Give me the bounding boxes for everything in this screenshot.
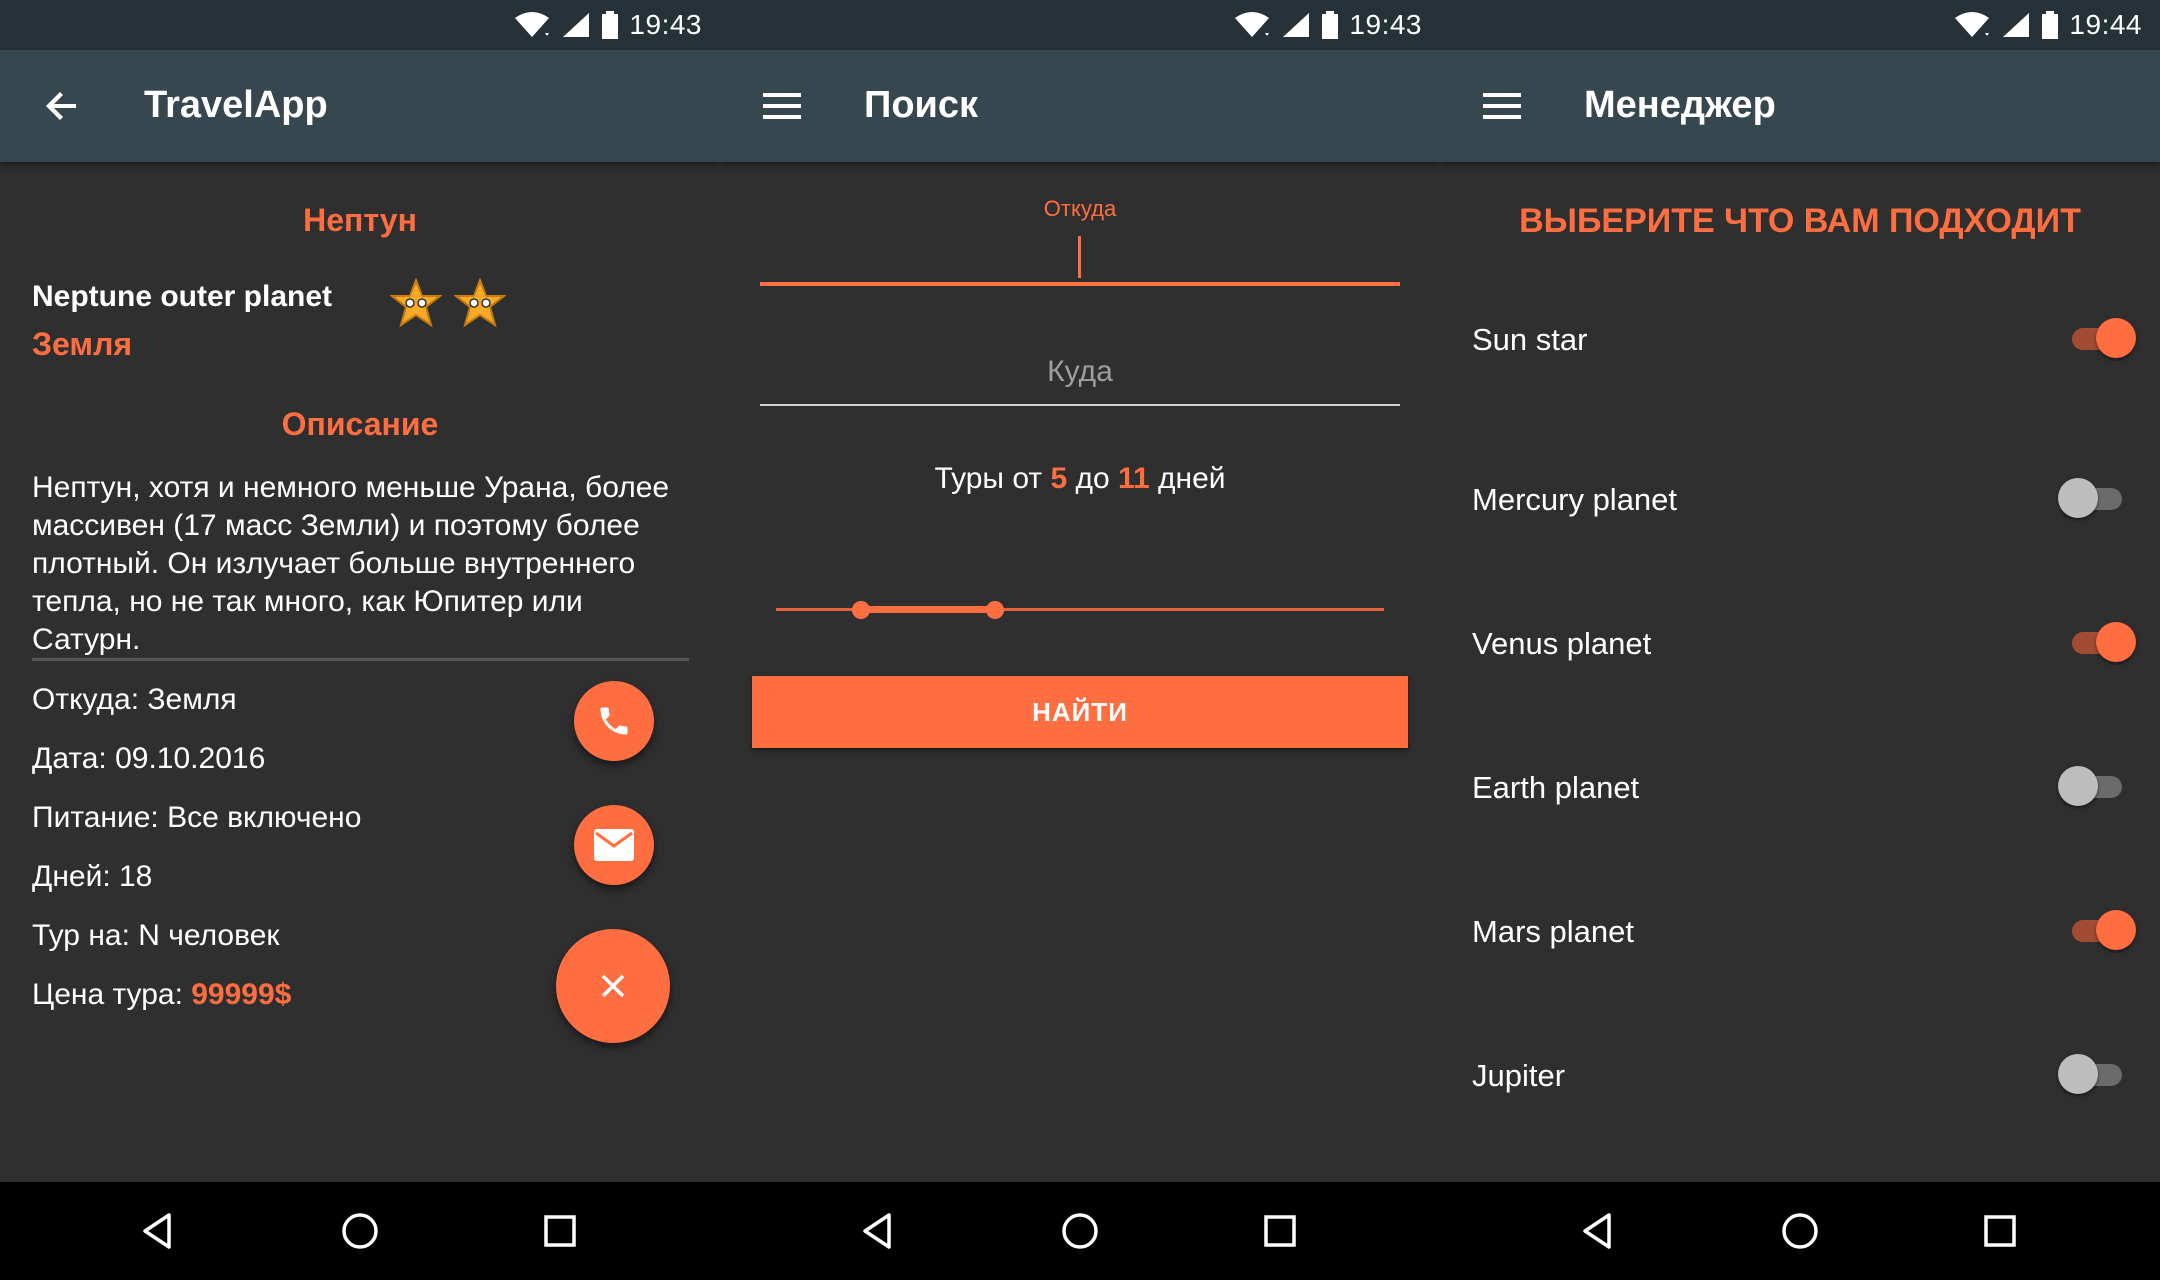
info-meals: Питание: Все включено — [32, 801, 362, 834]
option-toggle[interactable] — [2058, 1054, 2128, 1094]
recents-nav-icon[interactable] — [1975, 1206, 2025, 1256]
option-label: Earth planet — [1472, 770, 1640, 805]
option-label: Sun star — [1472, 322, 1588, 357]
range-suffix: дней — [1149, 462, 1226, 495]
screen-manager: 19:44 Менеджер ВЫБЕРИТЕ ЧТО ВАМ ПОДХОДИТ… — [1440, 0, 2160, 1280]
star-icon — [390, 278, 442, 328]
home-nav-icon[interactable] — [1775, 1206, 1825, 1256]
call-button[interactable] — [574, 681, 654, 761]
star-icon — [454, 278, 506, 328]
close-fab-button[interactable] — [556, 929, 670, 1043]
description-heading: Описание — [281, 406, 439, 442]
range-slider-max-thumb[interactable] — [985, 601, 1004, 619]
email-button[interactable] — [574, 805, 654, 885]
menu-icon[interactable] — [758, 82, 806, 130]
option-row: Jupiter — [1472, 1046, 2128, 1106]
screen-search: 19:43 Поиск Откуда Куда Туры от 5 до 11 … — [720, 0, 1440, 1280]
range-slider-min-thumb[interactable] — [852, 601, 871, 619]
info-from: Откуда: Земля — [32, 683, 237, 716]
app-bar: TravelApp — [0, 50, 720, 162]
close-icon — [601, 974, 625, 998]
battery-icon — [1322, 11, 1339, 39]
divider — [32, 658, 689, 661]
info-days: Дней: 18 — [32, 860, 153, 893]
screen-detail: 19:43 TravelApp Нептун Neptune outer pla… — [0, 0, 720, 1280]
wifi-icon — [1235, 12, 1270, 37]
range-prefix: Туры от — [934, 462, 1051, 495]
signal-icon — [2003, 13, 2030, 37]
range-min-value: 5 — [1050, 462, 1068, 495]
option-label: Jupiter — [1472, 1058, 1566, 1093]
to-field-underline — [760, 404, 1400, 406]
mail-icon — [594, 829, 634, 861]
signal-icon — [1283, 13, 1310, 37]
search-button[interactable]: НАЙТИ — [752, 676, 1408, 748]
status-bar: 19:43 — [720, 0, 1440, 50]
option-row: Mars planet — [1472, 902, 2136, 962]
status-time: 19:43 — [629, 9, 702, 40]
text-cursor — [1078, 236, 1081, 278]
home-nav-icon[interactable] — [1055, 1206, 1105, 1256]
wifi-icon — [1955, 12, 1990, 37]
recents-nav-icon[interactable] — [535, 1206, 585, 1256]
info-date: Дата: 09.10.2016 — [32, 742, 266, 775]
menu-icon[interactable] — [1478, 82, 1526, 130]
page-title: Поиск — [864, 84, 979, 126]
range-max-value: 11 — [1117, 462, 1150, 495]
info-price: Цена тура: 99999$ — [32, 978, 291, 1012]
price-value: 99999$ — [191, 978, 292, 1011]
option-toggle[interactable] — [2064, 910, 2136, 950]
back-nav-icon[interactable] — [134, 1206, 184, 1256]
option-label: Venus planet — [1472, 626, 1652, 661]
back-nav-icon[interactable] — [1574, 1206, 1624, 1256]
option-row: Sun star — [1472, 310, 2136, 370]
option-toggle[interactable] — [2064, 622, 2136, 662]
option-label: Mars planet — [1472, 914, 1634, 949]
back-nav-icon[interactable] — [854, 1206, 904, 1256]
days-range-text: Туры от 5 до 11 дней — [720, 462, 1440, 496]
wifi-icon — [515, 12, 550, 37]
info-people: Тур на: N человек — [32, 919, 280, 952]
rating — [390, 278, 506, 328]
range-slider-active — [861, 606, 995, 613]
option-toggle[interactable] — [2058, 478, 2128, 518]
option-toggle[interactable] — [2064, 318, 2136, 358]
to-field[interactable]: Куда — [760, 355, 1400, 389]
tour-name: Neptune outer planet — [32, 280, 333, 313]
recents-nav-icon[interactable] — [1255, 1206, 1305, 1256]
option-label: Mercury planet — [1472, 482, 1678, 517]
status-bar: 19:43 — [0, 0, 720, 50]
status-time: 19:43 — [1349, 9, 1422, 40]
option-toggle[interactable] — [2058, 766, 2128, 806]
phone-icon — [600, 707, 628, 735]
home-nav-icon[interactable] — [335, 1206, 385, 1256]
app-bar: Поиск — [720, 50, 1440, 162]
price-label: Цена тура: — [32, 978, 192, 1011]
status-bar: 19:44 — [1440, 0, 2160, 50]
system-nav-bar — [720, 1182, 1440, 1280]
signal-icon — [563, 13, 590, 37]
option-row: Venus planet — [1472, 614, 2136, 674]
system-nav-bar — [0, 1182, 720, 1280]
manager-heading: ВЫБЕРИТЕ ЧТО ВАМ ПОДХОДИТ — [1519, 202, 2081, 240]
description-text: Нептун, хотя и немного меньше Урана, бол… — [32, 471, 670, 656]
arrow-back-icon[interactable] — [38, 82, 86, 130]
tour-subtitle: Земля — [32, 326, 133, 362]
range-middle: до — [1067, 462, 1118, 495]
page-title: TravelApp — [144, 84, 328, 126]
battery-icon — [602, 11, 619, 39]
option-row: Earth planet — [1472, 758, 2128, 818]
option-row: Mercury planet — [1472, 470, 2128, 530]
battery-icon — [2042, 11, 2059, 39]
status-time: 19:44 — [2069, 9, 2142, 40]
planet-heading: Нептун — [303, 202, 417, 238]
from-field-label: Откуда — [1043, 196, 1117, 221]
from-field[interactable] — [760, 282, 1400, 286]
page-title: Менеджер — [1584, 84, 1776, 126]
system-nav-bar — [1440, 1182, 2160, 1280]
app-bar: Менеджер — [1440, 50, 2160, 162]
